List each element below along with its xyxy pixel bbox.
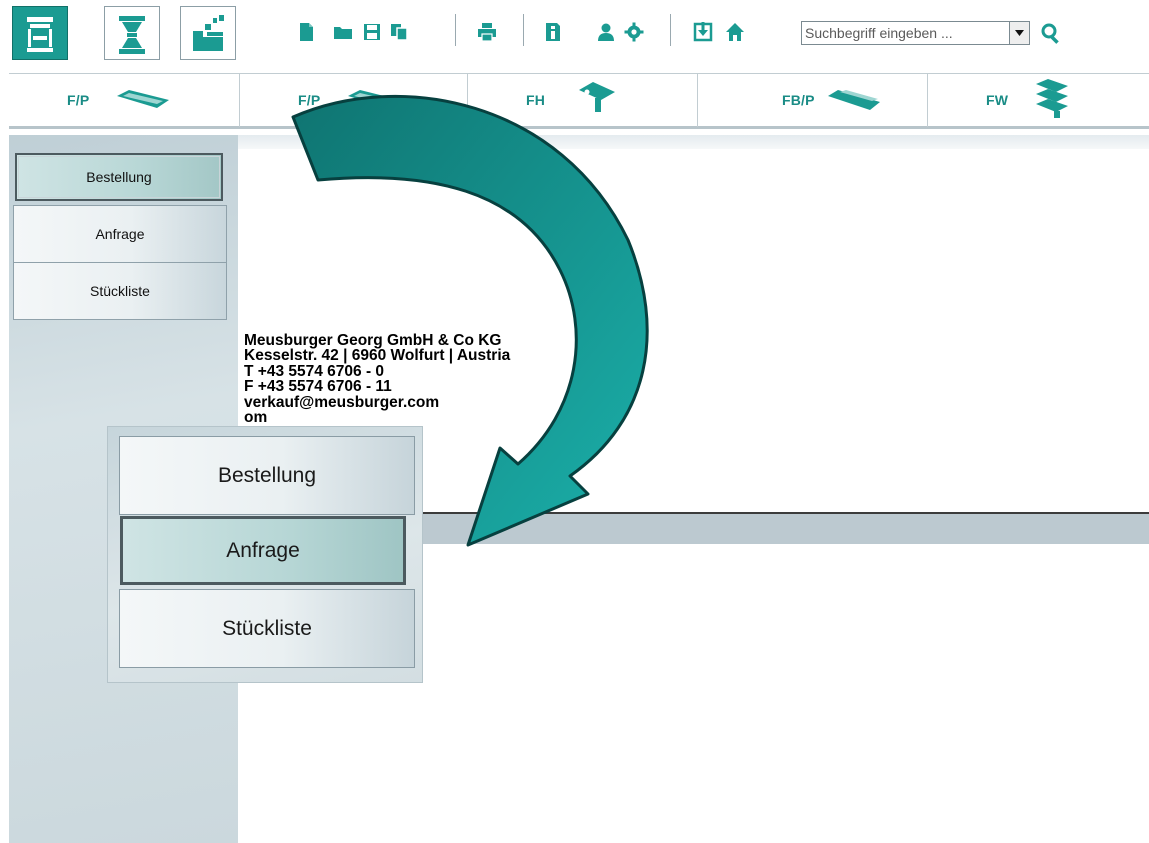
category-tab-fp[interactable]: F/P (9, 74, 240, 127)
bar-plate-icon (828, 90, 880, 110)
toolbar-separator (670, 14, 671, 46)
company-name: Meusburger Georg GmbH & Co KG (244, 332, 502, 349)
category-tab-fh[interactable]: FH (468, 74, 698, 127)
zoom-callout: Bestellung Anfrage Stückliste (107, 426, 423, 683)
search-dropdown-button[interactable] (1009, 22, 1029, 44)
view-button-mold-base[interactable] (12, 6, 68, 60)
new-document-icon[interactable] (296, 22, 316, 42)
settings-icon[interactable] (624, 22, 644, 42)
clamp-icon (579, 82, 615, 112)
search-icon[interactable] (1040, 22, 1062, 44)
home-icon[interactable] (725, 22, 745, 42)
mold-base-icon (27, 17, 53, 52)
sidebar-item-bestellung[interactable]: Bestellung (15, 153, 223, 201)
company-phone: T +43 5574 6706 - 0 (244, 362, 385, 380)
standard-parts-icon (119, 16, 145, 54)
search-input[interactable] (802, 22, 1009, 44)
user-icon[interactable] (596, 22, 616, 42)
content-header-band (238, 135, 1149, 149)
open-folder-icon[interactable] (333, 22, 353, 42)
category-tab-label: FW (986, 92, 1009, 108)
view-button-standard-parts[interactable] (104, 6, 160, 60)
company-address: Kesselstr. 42 | 6960 Wolfurt | Austria (244, 347, 511, 365)
company-fax: F +43 5574 6706 - 11 (244, 378, 392, 396)
plate-stack-icon (348, 90, 400, 108)
chevron-down-icon (1015, 30, 1024, 36)
category-tab-label: F/P (67, 92, 90, 108)
sidebar-item-anfrage[interactable]: Anfrage (13, 205, 227, 263)
print-icon[interactable] (477, 22, 497, 42)
company-contact-block: Meusburger Georg GmbH & Co KG Kesselstr.… (244, 332, 511, 426)
toolbar-separator (455, 14, 456, 46)
save-icon[interactable] (362, 22, 382, 42)
workshop-icon (193, 15, 224, 51)
plate-icon (117, 90, 169, 108)
category-tab-fbp[interactable]: FB/P (698, 74, 928, 127)
category-tab-bar: F/P F/P FH FB/P FW (9, 73, 1149, 129)
category-tab-fw[interactable]: FW (928, 74, 1149, 127)
toolbar-separator (523, 14, 524, 46)
zoom-item-stueckliste[interactable]: Stückliste (119, 589, 415, 668)
sidebar-item-stueckliste[interactable]: Stückliste (13, 262, 227, 320)
view-button-workshop[interactable] (180, 6, 236, 60)
category-tab-label: FB/P (782, 92, 815, 108)
zoom-item-anfrage[interactable]: Anfrage (120, 516, 406, 585)
copy-icon[interactable] (389, 22, 409, 42)
company-email[interactable]: verkauf@meusburger.com (244, 394, 510, 410)
category-tab-label: FH (526, 92, 546, 108)
company-web[interactable]: om (244, 410, 510, 426)
zoom-item-bestellung[interactable]: Bestellung (119, 436, 415, 515)
search-combo[interactable] (801, 21, 1030, 45)
category-tab-fp-stack[interactable]: F/P (240, 74, 468, 127)
category-tab-label: F/P (298, 92, 321, 108)
stack-plates-icon (1036, 79, 1068, 118)
download-icon[interactable] (693, 22, 713, 42)
info-icon[interactable] (543, 22, 563, 42)
